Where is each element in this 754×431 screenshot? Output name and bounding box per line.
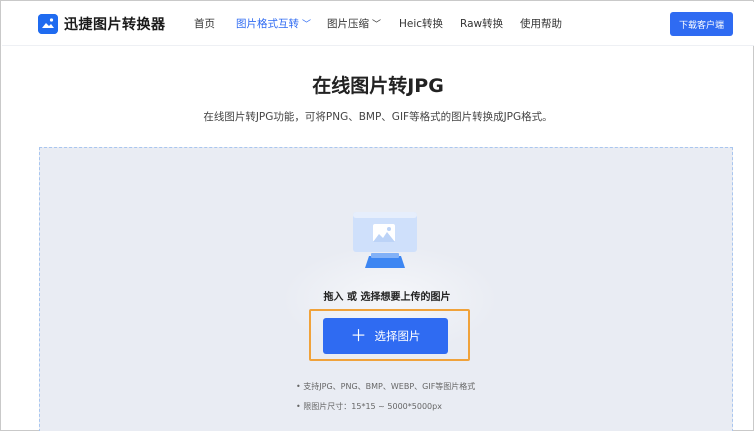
upload-prompt: 拖入 或 选择想要上传的图片 [323, 292, 451, 303]
page-title: 在线图片转JPG [312, 75, 444, 97]
top-header: 迅捷图片转换器 首页 图片格式互转 ﹀ 图片压缩 ﹀ Heic转换 Raw转换 … [2, 2, 754, 46]
chevron-down-icon: ﹀ [302, 20, 312, 30]
nav-item-help[interactable]: 使用帮助 [520, 16, 562, 31]
download-client-button[interactable]: 下载客户端 [670, 12, 733, 36]
browser-frame: 迅捷图片转换器 首页 图片格式互转 ﹀ 图片压缩 ﹀ Heic转换 Raw转换 … [0, 0, 754, 431]
upload-image-icon [351, 210, 419, 274]
nav-label: 首页 [194, 18, 215, 30]
select-image-label: 选择图片 [374, 329, 421, 343]
app-name: 迅捷图片转换器 [64, 17, 166, 33]
supported-formats-note: • 支持JPG、PNG、BMP、WEBP、GIF等图片格式 [296, 382, 476, 391]
nav-label: 图片压缩 [327, 18, 369, 30]
nav-item-home[interactable]: 首页 [194, 16, 236, 31]
image-converter-logo-icon [38, 14, 58, 34]
nav-label: Heic转换 [399, 18, 444, 30]
size-limit-note: • 限图片尺寸：15*15 ~ 5000*5000px [296, 402, 442, 411]
plus-icon: ＋ [350, 326, 367, 345]
app-logo[interactable]: 迅捷图片转换器 [38, 13, 166, 35]
upload-dropzone[interactable]: 拖入 或 选择想要上传的图片 ＋ 选择图片 • 支持JPG、PNG、BMP、WE… [39, 147, 733, 431]
nav-item-heic[interactable]: Heic转换 [399, 16, 460, 31]
main-nav: 首页 图片格式互转 ﹀ 图片压缩 ﹀ Heic转换 Raw转换 使用帮助 [194, 16, 562, 31]
nav-label: Raw转换 [460, 18, 504, 30]
chevron-down-icon: ﹀ [372, 20, 382, 30]
page-subtitle: 在线图片转JPG功能，可将PNG、BMP、GIF等格式的图片转换成JPG格式。 [203, 111, 553, 123]
select-image-button[interactable]: ＋ 选择图片 [323, 318, 448, 354]
nav-label: 使用帮助 [520, 18, 562, 30]
nav-label: 图片格式互转 [236, 18, 299, 30]
nav-item-compress[interactable]: 图片压缩 ﹀ [327, 16, 399, 31]
nav-item-format-convert[interactable]: 图片格式互转 ﹀ [236, 16, 327, 31]
nav-item-raw[interactable]: Raw转换 [460, 16, 520, 31]
